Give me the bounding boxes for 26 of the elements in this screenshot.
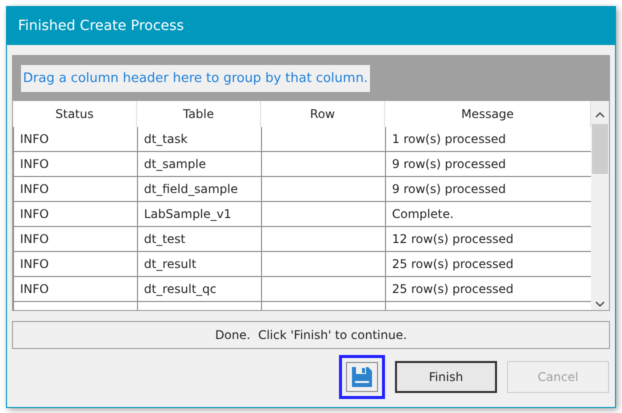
table-cell: INFO (13, 202, 137, 226)
column-header[interactable]: Table (137, 101, 261, 127)
table-cell: INFO (13, 127, 137, 151)
scroll-down-icon[interactable] (595, 301, 605, 308)
table-cell: LabSample_v1 (137, 202, 261, 226)
scrollbar[interactable] (591, 101, 609, 310)
table-cell: dt_field_sample (137, 177, 261, 201)
scroll-up-icon[interactable] (595, 111, 605, 118)
scroll-thumb[interactable] (592, 124, 608, 174)
table-cell: INFO (13, 252, 137, 276)
column-header[interactable]: Row (261, 101, 385, 127)
save-button[interactable] (346, 362, 378, 392)
status-bar: Done. Click 'Finish' to continue. (12, 321, 610, 349)
table-cell: dt_test (137, 227, 261, 251)
table-cell: INFO (13, 152, 137, 176)
table-cell: dt_result_qc (137, 277, 261, 301)
column-header[interactable]: Status (13, 101, 137, 127)
table-cell: INFO (13, 277, 137, 301)
table-cell: dt_result (137, 252, 261, 276)
finish-button[interactable]: Finish (395, 361, 497, 393)
table-cell: dt_sample (137, 152, 261, 176)
table-cell: INFO (13, 177, 137, 201)
table-cell: dt_task (137, 127, 261, 151)
group-hint: Drag a column header here to group by that column. (21, 64, 370, 92)
window-title: Finished Create Process (18, 16, 184, 36)
table-cell: INFO (13, 227, 137, 251)
